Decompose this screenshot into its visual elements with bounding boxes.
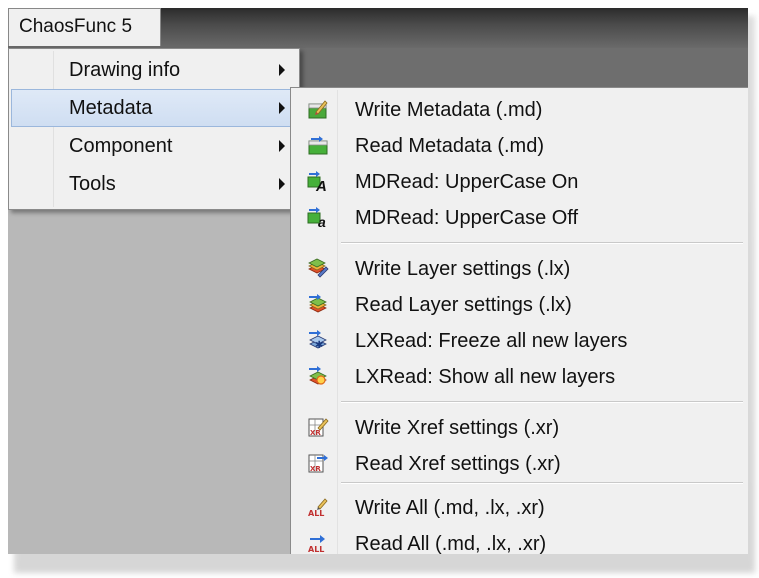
menubar: ChaosFunc 5 [8, 8, 748, 48]
menu-item-label: Write Xref settings (.xr) [355, 417, 560, 439]
chaosfunc-dropdown-menu: Drawing info Metadata Component Tools [8, 48, 300, 210]
write-all-icon: ALL [308, 498, 328, 518]
menu-item-read-all[interactable]: ALL Read All (.md, .lx, .xr) [293, 526, 745, 554]
menu-item-label: Read All (.md, .lx, .xr) [355, 533, 547, 554]
menu-item-label: Read Layer settings (.lx) [355, 294, 572, 316]
menu-item-label: Metadata [69, 97, 153, 119]
menu-item-read-metadata[interactable]: Read Metadata (.md) [293, 128, 745, 164]
menu-item-label: Component [69, 135, 173, 157]
menu-item-label: Tools [69, 173, 116, 195]
write-xref-icon: XR [308, 418, 329, 437]
menu-item-write-xref-settings[interactable]: XR Write Xref settings (.xr) [293, 410, 745, 446]
uppercase-on-icon: A [307, 171, 327, 192]
menu-item-label: LXRead: Freeze all new layers [355, 330, 628, 352]
menu-item-lxread-freeze[interactable]: ✱ LXRead: Freeze all new layers [293, 323, 745, 359]
freeze-layers-icon: ✱ [309, 330, 327, 351]
menu-item-mdread-uppercase-off[interactable]: a MDRead: UpperCase Off [293, 200, 745, 236]
menu-item-label: LXRead: Show all new layers [355, 366, 616, 388]
submenu-arrow-icon [279, 140, 285, 152]
menu-item-mdread-uppercase-on[interactable]: A MDRead: UpperCase On [293, 164, 745, 200]
read-layers-icon [309, 294, 327, 313]
menu-item-label: Write Metadata (.md) [355, 99, 543, 121]
menu-item-label: Read Metadata (.md) [355, 135, 544, 157]
svg-text:A: A [315, 178, 327, 192]
menu-item-component[interactable]: Component [11, 127, 297, 165]
menu-item-label: Drawing info [69, 59, 181, 81]
svg-text:✱: ✱ [315, 340, 323, 351]
menu-item-label: Write All (.md, .lx, .xr) [355, 497, 545, 519]
menu-item-metadata[interactable]: Metadata [11, 89, 297, 127]
menu-separator [341, 482, 743, 484]
app-window: ChaosFunc 5 Drawing info Metadata Compon… [8, 8, 748, 554]
menu-separator [341, 242, 743, 244]
menu-separator [341, 401, 743, 403]
menubar-item-chaosfunc[interactable]: ChaosFunc 5 [8, 8, 161, 46]
write-layers-icon [308, 258, 329, 278]
metadata-submenu: Write Metadata (.md) Read Metadata (.md)… [290, 87, 748, 554]
svg-text:a: a [318, 214, 326, 228]
menu-item-drawing-info[interactable]: Drawing info [11, 51, 297, 89]
menu-item-read-layer-settings[interactable]: Read Layer settings (.lx) [293, 287, 745, 323]
menu-item-read-xref-settings[interactable]: XR Read Xref settings (.xr) [293, 446, 745, 482]
menu-item-label: MDRead: UpperCase Off [355, 207, 579, 229]
submenu-arrow-icon [279, 102, 285, 114]
submenu-arrow-icon [279, 178, 285, 190]
menu-item-tools[interactable]: Tools [11, 165, 297, 203]
read-all-icon: ALL [308, 535, 325, 554]
menu-item-write-metadata[interactable]: Write Metadata (.md) [293, 92, 745, 128]
menu-item-label: Write Layer settings (.lx) [355, 258, 571, 280]
menu-item-write-all[interactable]: ALL Write All (.md, .lx, .xr) [293, 490, 745, 526]
toolbar-area [296, 48, 748, 92]
svg-text:ALL: ALL [308, 509, 324, 518]
write-metadata-icon [308, 100, 328, 119]
svg-text:ALL: ALL [308, 545, 324, 554]
menu-item-label: Read Xref settings (.xr) [355, 453, 561, 475]
uppercase-off-icon: a [307, 207, 326, 228]
read-metadata-icon [308, 136, 328, 155]
read-xref-icon: XR [308, 454, 328, 473]
show-layers-icon [309, 366, 327, 385]
menu-item-write-layer-settings[interactable]: Write Layer settings (.lx) [293, 251, 745, 287]
svg-text:XR: XR [310, 465, 321, 473]
submenu-arrow-icon [279, 64, 285, 76]
menu-item-label: MDRead: UpperCase On [355, 171, 579, 193]
menu-item-lxread-show[interactable]: LXRead: Show all new layers [293, 359, 745, 395]
